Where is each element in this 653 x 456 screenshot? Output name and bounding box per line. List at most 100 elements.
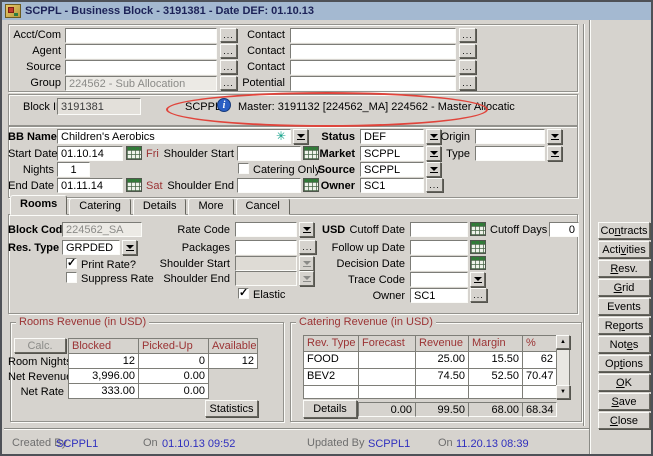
source-lov-button[interactable] (426, 162, 441, 177)
res-type-field[interactable] (62, 240, 120, 255)
scroll-down-button[interactable]: ▼ (556, 385, 570, 399)
catering-row1-forecast[interactable] (358, 351, 416, 369)
market-field[interactable] (360, 146, 424, 161)
catering-row3-margin[interactable] (468, 385, 523, 399)
trace-code-lov-button[interactable] (470, 272, 485, 287)
ok-button[interactable]: OK (598, 374, 650, 391)
packages-lookup-button[interactable]: ... (299, 240, 316, 254)
rate-code-lov-button[interactable] (299, 222, 314, 237)
save-button[interactable]: Save (598, 393, 650, 410)
catering-row3-rev-type[interactable] (303, 385, 359, 399)
shoulder-end-rate-lov-button[interactable] (299, 271, 314, 286)
res-type-lov-button[interactable] (122, 240, 137, 255)
source-lookup-button[interactable]: ... (220, 60, 237, 74)
tab-rooms[interactable]: Rooms (10, 195, 67, 215)
block-id-field[interactable] (57, 98, 141, 115)
group-lookup-button[interactable]: ... (220, 76, 237, 90)
catering-row1-margin[interactable]: 15.50 (468, 351, 523, 369)
end-date-field[interactable] (57, 178, 123, 193)
details-button[interactable]: Details (303, 400, 357, 418)
follow-up-date-calendar-icon[interactable] (470, 240, 486, 254)
status-field[interactable] (360, 129, 424, 144)
agent-lookup-button[interactable]: ... (220, 44, 237, 58)
contact3-lookup-button[interactable]: ... (459, 60, 476, 74)
owner-tab-lookup-button[interactable]: ... (470, 288, 487, 302)
catering-row1-rev-type[interactable]: FOOD (303, 351, 359, 369)
catering-row2-forecast[interactable] (358, 368, 416, 386)
contact3-field[interactable] (290, 60, 456, 75)
options-button[interactable]: Options (598, 355, 650, 372)
info-icon[interactable]: i (217, 98, 231, 112)
source-field[interactable] (65, 60, 217, 75)
catering-row3-percent[interactable] (522, 385, 557, 399)
origin-field[interactable] (475, 129, 545, 144)
shoulder-end-field[interactable] (237, 178, 301, 193)
catering-row2-rev-type[interactable]: BEV2 (303, 368, 359, 386)
shoulder-start-rate-lov-button[interactable] (299, 256, 314, 271)
contact2-field[interactable] (290, 44, 456, 59)
catering-row3-forecast[interactable] (358, 385, 416, 399)
activities-button[interactable]: Activities (598, 241, 650, 258)
potential-field[interactable] (290, 76, 456, 91)
follow-up-date-field[interactable] (410, 240, 468, 255)
start-date-field[interactable] (57, 146, 123, 161)
close-button[interactable]: Close (598, 412, 650, 429)
elastic-checkbox[interactable] (238, 288, 249, 299)
potential-lookup-button[interactable]: ... (459, 76, 476, 90)
contact1-lookup-button[interactable]: ... (459, 28, 476, 42)
shoulder-start-rate-field[interactable] (235, 256, 297, 271)
decision-date-field[interactable] (410, 256, 468, 271)
end-date-calendar-icon[interactable] (126, 178, 142, 192)
calc-button[interactable]: Calc. (14, 338, 66, 353)
statistics-button[interactable]: Statistics (205, 400, 258, 417)
trace-code-field[interactable] (410, 272, 468, 287)
nights-field[interactable] (57, 162, 90, 177)
packages-field[interactable] (235, 240, 297, 255)
start-date-calendar-icon[interactable] (126, 146, 142, 160)
notes-button[interactable]: Notes (598, 336, 650, 353)
catering-row1-revenue[interactable]: 25.00 (415, 351, 469, 369)
catering-only-checkbox[interactable] (238, 163, 249, 174)
block-code-field[interactable] (62, 222, 142, 237)
contact2-lookup-button[interactable]: ... (459, 44, 476, 58)
cutoff-date-field[interactable] (410, 222, 468, 237)
events-button[interactable]: Events (598, 298, 650, 315)
cutoff-date-calendar-icon[interactable] (470, 222, 486, 236)
source-main-field[interactable] (360, 162, 424, 177)
tab-cancel[interactable]: Cancel (236, 198, 290, 215)
acct-com-lookup-button[interactable]: ... (220, 28, 237, 42)
catering-row2-revenue[interactable]: 74.50 (415, 368, 469, 386)
suppress-rate-checkbox[interactable] (66, 272, 77, 283)
contracts-button[interactable]: Contracts (598, 222, 650, 239)
shoulder-start-field[interactable] (237, 146, 301, 161)
owner-main-field[interactable] (360, 178, 424, 193)
print-rate-checkbox[interactable] (66, 258, 77, 269)
catering-row2-percent[interactable]: 70.47 (522, 368, 557, 386)
origin-lov-button[interactable] (547, 129, 562, 144)
grid-button[interactable]: Grid (598, 279, 650, 296)
type-lov-button[interactable] (547, 146, 562, 161)
owner-lookup-button[interactable]: ... (426, 178, 443, 192)
acct-com-field[interactable] (65, 28, 217, 43)
tab-catering[interactable]: Catering (69, 198, 131, 215)
rate-code-field[interactable] (235, 222, 297, 237)
reports-button[interactable]: Reports (598, 317, 650, 334)
resv-button[interactable]: Resv. (598, 260, 650, 277)
bb-name-field[interactable] (57, 129, 291, 144)
contact1-field[interactable] (290, 28, 456, 43)
owner-tab-field[interactable] (410, 288, 468, 303)
catering-row1-percent[interactable]: 62 (522, 351, 557, 369)
catering-row3-revenue[interactable] (415, 385, 469, 399)
tab-more[interactable]: More (188, 198, 233, 215)
type-field[interactable] (475, 146, 545, 161)
decision-date-calendar-icon[interactable] (470, 256, 486, 270)
shoulder-end-rate-field[interactable] (235, 271, 297, 286)
catering-total-revenue: 99.50 (415, 402, 469, 417)
group-field[interactable] (65, 76, 217, 91)
catering-row2-margin[interactable]: 52.50 (468, 368, 523, 386)
agent-field[interactable] (65, 44, 217, 59)
title-bar[interactable]: SCPPL - Business Block - 3191381 - Date … (2, 2, 651, 20)
cutoff-days-field[interactable] (549, 222, 579, 237)
scroll-up-button[interactable]: ▲ (556, 335, 570, 349)
tab-details[interactable]: Details (133, 198, 187, 215)
